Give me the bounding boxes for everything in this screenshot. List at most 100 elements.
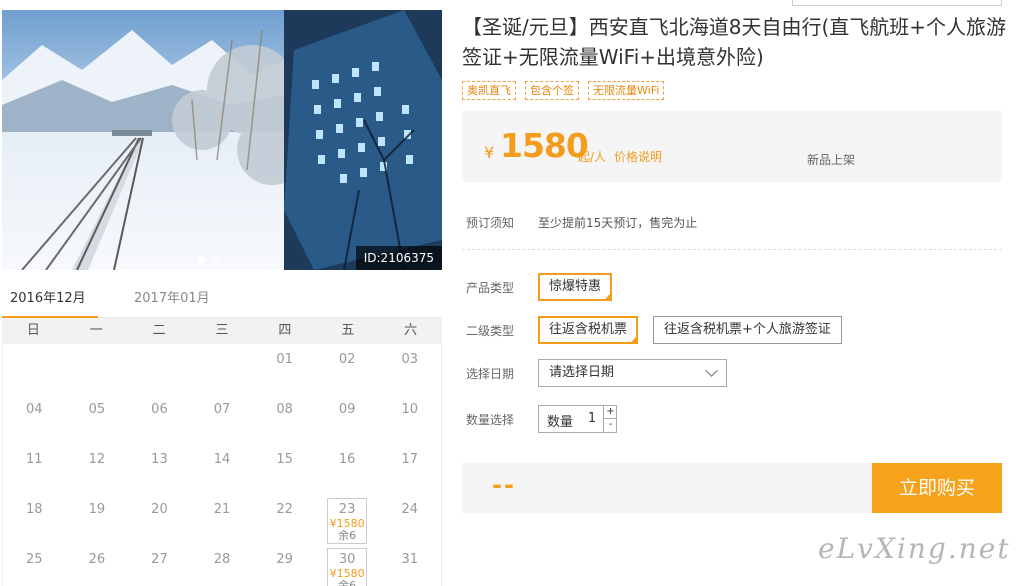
weekday-label: 六 <box>404 323 418 338</box>
price-explain-link[interactable]: 价格说明 <box>614 148 662 165</box>
calendar-day: 20 <box>128 494 191 544</box>
day-number: 17 <box>401 452 419 467</box>
calendar-day <box>3 344 66 394</box>
calendar-day: 17 <box>378 444 441 494</box>
calendar-day: 14 <box>191 444 254 494</box>
purchase-bar: -- 立即购买 <box>462 463 1002 513</box>
date-select[interactable]: 请选择日期 <box>538 359 727 387</box>
carousel-dot[interactable] <box>198 257 205 264</box>
qty-input[interactable]: 1 <box>583 411 601 426</box>
calendar-day: 24 <box>378 494 441 544</box>
product-gallery[interactable]: ID:2106375 <box>2 10 442 270</box>
tab-month-2[interactable]: 2017年01月 <box>134 284 210 318</box>
day-number: 04 <box>26 402 43 417</box>
calendar-day-available[interactable]: 30 ¥1580 余6 <box>316 544 379 586</box>
calendar-day <box>191 344 254 394</box>
date-label: 选择日期 <box>466 367 515 381</box>
calendar-day-available[interactable]: 23 ¥1580 余6 <box>316 494 379 544</box>
calendar-day: 27 <box>128 544 191 586</box>
calendar-day: 12 <box>66 444 129 494</box>
day-number: 07 <box>213 402 231 417</box>
weekday-label: 日 <box>26 323 40 338</box>
top-box-edge <box>792 0 1002 6</box>
day-number: 28 <box>213 552 231 567</box>
product-tags: 奥凯直飞 包含个签 无限流量WiFi <box>462 81 673 100</box>
day-number: 06 <box>151 402 168 417</box>
tab-month-1[interactable]: 2016年12月 <box>2 284 98 319</box>
day-number: 24 <box>401 502 419 517</box>
qty-decrease-button[interactable]: - <box>603 419 617 432</box>
product-tag: 包含个签 <box>525 81 579 100</box>
day-number: 15 <box>276 452 293 467</box>
price-panel: ¥ 1580 起/人 价格说明 新品上架 <box>462 111 1002 182</box>
calendar-week-row: 01 02 03 <box>3 344 441 394</box>
currency-symbol: ¥ <box>484 143 495 162</box>
calendar-grid: 01 02 03 04 05 06 07 08 09 10 11 12 13 14 15 16 17 18 19 20… <box>2 344 442 586</box>
calendar-day: 04 <box>3 394 66 444</box>
calendar-weekday-header: 日 一 二 三 四 五 六 <box>2 318 442 344</box>
day-number: 09 <box>338 402 356 417</box>
calendar-day: 09 <box>316 394 379 444</box>
product-title: 【圣诞/元旦】西安直飞北海道8天自由行(直飞航班+个人旅游签证+无限流量WiFi… <box>462 15 1007 69</box>
product-type-label: 产品类型 <box>466 281 515 295</box>
calendar-day: 02 <box>316 344 379 394</box>
total-price: -- <box>492 471 516 499</box>
day-number: 29 <box>276 552 293 567</box>
product-tag: 奥凯直飞 <box>462 81 516 100</box>
qty-increase-button[interactable]: + <box>603 406 617 419</box>
day-number: 01 <box>276 352 293 367</box>
calendar-week-row: 11 12 13 14 15 16 17 <box>3 444 441 494</box>
day-number: 08 <box>276 402 293 417</box>
calendar-month-tabs: 2016年12月 2017年01月 <box>2 284 442 319</box>
day-number: 03 <box>401 352 419 367</box>
weekday-label: 二 <box>152 323 166 338</box>
sub-type-option-label: 往返含税机票 <box>549 322 628 337</box>
day-number: 25 <box>26 552 43 567</box>
check-icon: ✓ <box>604 293 611 301</box>
qty-label: 数量选择 <box>466 413 515 427</box>
day-number: 10 <box>401 402 419 417</box>
sub-type-option-label: 往返含税机票+个人旅游签证 <box>664 322 831 337</box>
weekday-label: 四 <box>278 323 292 338</box>
day-number: 12 <box>88 452 106 467</box>
day-number: 30 <box>338 552 356 567</box>
carousel-dots[interactable] <box>198 249 226 268</box>
carousel-dot[interactable] <box>212 257 219 264</box>
day-number: 18 <box>26 502 43 517</box>
day-number: 13 <box>151 452 168 467</box>
quantity-stepper: 数量 1 + - <box>538 405 617 433</box>
check-icon: ✓ <box>630 336 637 344</box>
sub-type-option-2[interactable]: 往返含税机票+个人旅游签证 <box>653 316 842 344</box>
price-amount: 1580 <box>500 126 589 165</box>
calendar-day: 18 <box>3 494 66 544</box>
calendar-day: 28 <box>191 544 254 586</box>
sub-type-option-1[interactable]: 往返含税机票 ✓ <box>538 316 639 344</box>
product-type-option[interactable]: 惊爆特惠 ✓ <box>538 273 613 301</box>
weekday-label: 一 <box>89 323 103 338</box>
calendar-day: 19 <box>66 494 129 544</box>
day-number: 31 <box>401 552 419 567</box>
day-number: 19 <box>88 502 106 517</box>
buy-now-button[interactable]: 立即购买 <box>872 463 1002 513</box>
calendar-day: 05 <box>66 394 129 444</box>
day-number: 11 <box>26 452 43 467</box>
calendar-day: 10 <box>378 394 441 444</box>
weekday-label: 三 <box>215 323 229 338</box>
night-building-image <box>284 10 442 270</box>
calendar-day: 16 <box>316 444 379 494</box>
day-number: 27 <box>151 552 168 567</box>
calendar-day <box>128 344 191 394</box>
calendar-day: 26 <box>66 544 129 586</box>
day-number: 20 <box>151 502 168 517</box>
chevron-down-icon <box>705 364 718 377</box>
day-remaining: 余6 <box>338 579 357 586</box>
day-remaining: 余6 <box>338 529 357 542</box>
qty-prefix: 数量 <box>547 415 574 430</box>
calendar-day: 01 <box>253 344 316 394</box>
calendar-week-row: 04 05 06 07 08 09 10 <box>3 394 441 444</box>
calendar-day: 15 <box>253 444 316 494</box>
day-number: 23 <box>338 502 356 517</box>
price-unit: 起/人 <box>578 150 607 164</box>
day-number: 16 <box>338 452 356 467</box>
calendar-week-row: 18 19 20 21 22 23 ¥1580 余6 24 <box>3 494 441 544</box>
